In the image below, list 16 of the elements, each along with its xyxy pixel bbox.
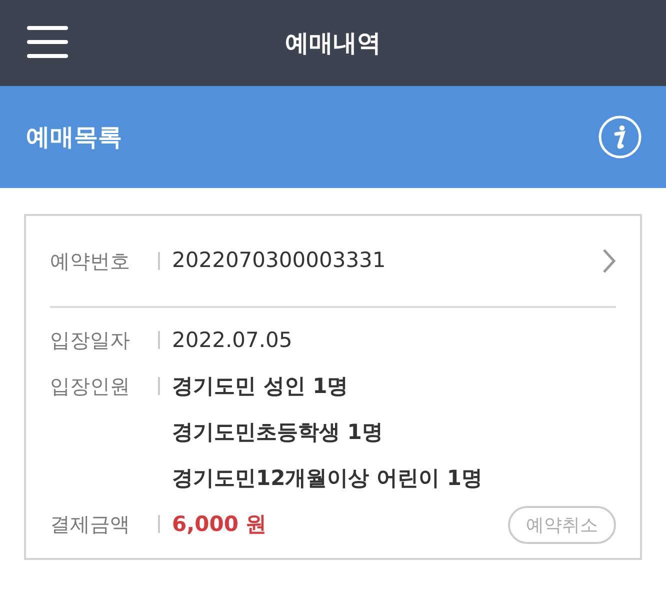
field-label: 입장일자 <box>50 327 131 354</box>
price-value: 6,000 원 <box>172 511 267 538</box>
page-title: 예매내역 <box>285 28 381 59</box>
section-title: 예매목록 <box>26 122 122 153</box>
menu-icon[interactable] <box>27 26 68 58</box>
reservation-number: 2022070300003331 <box>172 247 387 274</box>
reservation-number-row[interactable]: 예약번호 2022070300003331 <box>50 216 616 308</box>
field-label: 결제금액 <box>50 511 131 538</box>
chevron-right-icon <box>602 248 616 274</box>
field-value: 경기도민 성인 1명 <box>172 373 350 400</box>
field-label: 예약번호 <box>50 248 131 275</box>
field-value: 경기도민12개월이상 어린이 1명 <box>172 465 482 492</box>
field-value: 경기도민초등학생 1명 <box>172 419 384 446</box>
field-label: 입장인원 <box>50 373 131 400</box>
field-value: 2022.07.05 <box>172 327 292 354</box>
info-icon[interactable] <box>598 115 642 159</box>
